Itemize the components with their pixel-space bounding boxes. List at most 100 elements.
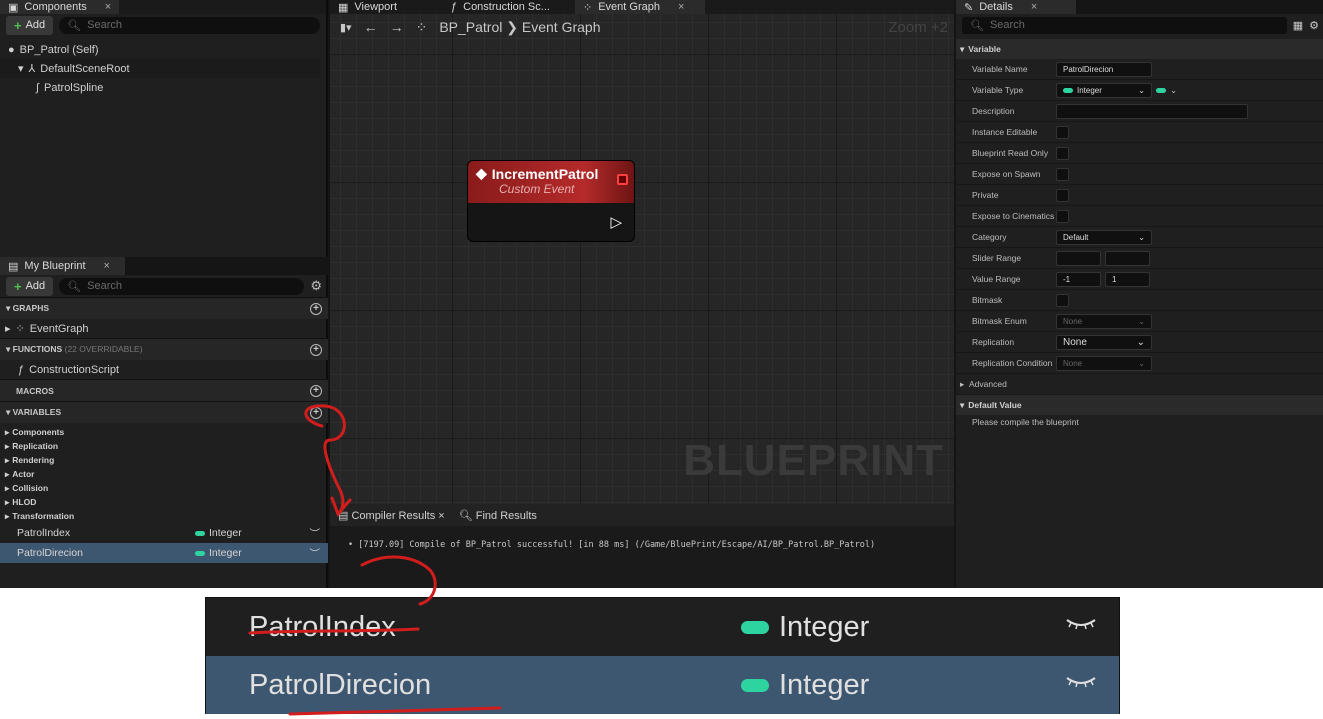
eye-closed-icon[interactable]: ︶ — [310, 526, 321, 541]
tab-my-blueprint[interactable]: ▤ My Blueprint × — [0, 257, 125, 275]
add-component-button[interactable]: + Add — [6, 15, 54, 35]
row-variable-name: Variable Name PatrolDirecion — [956, 59, 1323, 80]
forward-arrow-icon[interactable]: → — [390, 19, 404, 35]
viewport-icon: ▦ — [338, 1, 349, 14]
close-icon[interactable]: × — [104, 260, 110, 272]
eye-closed-icon[interactable] — [1065, 674, 1097, 690]
eye-closed-icon[interactable] — [1065, 616, 1097, 632]
tab-event-graph[interactable]: ⁘ Event Graph × — [575, 0, 705, 14]
integer-pin-icon — [741, 620, 769, 634]
function-icon: ƒ — [18, 363, 25, 376]
instance-editable-checkbox[interactable] — [1056, 125, 1069, 139]
expose-spawn-checkbox[interactable] — [1056, 167, 1069, 181]
tab-find-results[interactable]: 🔍︎ Find Results — [459, 509, 537, 522]
tab-components[interactable]: ▣ Components × — [0, 0, 120, 14]
integer-pin-icon — [195, 550, 205, 556]
exec-pin-icon[interactable]: ▷ — [610, 213, 622, 231]
gear-icon[interactable]: ⚙ — [1309, 19, 1319, 32]
variable-type-dropdown[interactable]: Integer ⌄ — [1056, 82, 1152, 98]
zoom-variable-row[interactable]: PatrolIndex Integer — [206, 598, 1119, 656]
add-function-icon[interactable]: + — [310, 343, 322, 356]
eye-closed-icon[interactable]: ︶ — [310, 546, 321, 561]
row-private: Private — [956, 185, 1323, 206]
variable-row-selected[interactable]: PatrolDirecion Integer ︶ — [0, 543, 328, 563]
event-graph-canvas[interactable]: ▮▾ ← → ⁘ BP_Patrol ❯ Event Graph Zoom +2… — [330, 14, 954, 504]
category-transformation[interactable]: ▸ Transformation — [0, 509, 328, 523]
section-graphs[interactable]: ▾ GRAPHS + — [0, 297, 328, 319]
container-type-dropdown[interactable]: ⌄ — [1156, 85, 1177, 96]
section-advanced[interactable]: ▸ Advanced — [956, 374, 1323, 395]
tree-item-spline[interactable]: ∫ PatrolSpline — [0, 78, 326, 97]
chevron-down-icon: ⌄ — [1138, 232, 1145, 242]
add-graph-icon[interactable]: + — [310, 302, 322, 315]
close-icon[interactable]: × — [438, 510, 444, 522]
replication-condition-dropdown[interactable]: None ⌄ — [1056, 355, 1152, 371]
category-replication[interactable]: ▸ Replication — [0, 439, 328, 453]
description-input[interactable] — [1056, 103, 1248, 119]
section-functions[interactable]: ▾ FUNCTIONS (22 OVERRIDABLE) + — [0, 338, 328, 360]
function-icon: ƒ — [451, 1, 458, 13]
book-icon: ▤ — [8, 260, 19, 273]
category-collision[interactable]: ▸ Collision — [0, 481, 328, 495]
variable-name-input[interactable]: PatrolDirecion — [1056, 61, 1152, 77]
read-only-checkbox[interactable] — [1056, 146, 1069, 160]
section-macros[interactable]: MACROS + — [0, 379, 328, 401]
value-max-input[interactable]: 1 — [1105, 271, 1150, 287]
close-icon[interactable]: × — [1031, 1, 1037, 13]
table-view-icon[interactable]: ▦ — [1293, 19, 1303, 32]
compile-message[interactable]: • [7197.09] Compile of BP_Patrol success… — [330, 526, 954, 550]
value-min-input[interactable]: -1 — [1056, 271, 1101, 287]
slider-max-input[interactable] — [1105, 250, 1150, 266]
tree-item-self[interactable]: ● BP_Patrol (Self) — [0, 40, 326, 59]
tab-compiler-results[interactable]: ▤ Compiler Results × — [338, 509, 445, 522]
bitmask-enum-dropdown[interactable]: None ⌄ — [1056, 313, 1152, 329]
category-actor[interactable]: ▸ Actor — [0, 467, 328, 481]
components-search-input[interactable]: 🔍︎ Search — [59, 16, 320, 34]
variable-categories: ▸ Components ▸ Replication ▸ Rendering ▸… — [0, 423, 328, 523]
row-replication-condition: Replication Condition None ⌄ — [956, 353, 1323, 374]
expose-cinematics-checkbox[interactable] — [1056, 209, 1069, 223]
tree-item-root[interactable]: ▾ ⅄ DefaultSceneRoot — [0, 59, 320, 78]
add-variable-icon[interactable]: + — [310, 406, 322, 419]
section-default-value[interactable]: ▾ Default Value — [956, 395, 1323, 415]
variable-row[interactable]: PatrolIndex Integer ︶ — [0, 523, 328, 543]
section-variable[interactable]: ▾ Variable — [956, 39, 1323, 59]
close-icon[interactable]: × — [105, 1, 111, 13]
item-construction-script[interactable]: ƒ ConstructionScript — [0, 360, 328, 379]
search-icon: 🔍︎ — [970, 19, 984, 32]
add-member-button[interactable]: + Add — [6, 276, 54, 296]
tab-construction[interactable]: ƒ Construction Sc... — [445, 0, 575, 14]
integer-pin-icon — [195, 530, 205, 536]
delegate-pin[interactable] — [617, 174, 628, 185]
tab-viewport[interactable]: ▦ Viewport — [330, 0, 445, 14]
gear-icon[interactable]: ⚙ — [310, 278, 322, 294]
node-header: ◆ IncrementPatrol Custom Event — [468, 161, 634, 203]
close-icon[interactable]: × — [678, 1, 684, 13]
tab-details[interactable]: ✎ Details × — [956, 0, 1076, 14]
row-bitmask: Bitmask — [956, 290, 1323, 311]
category-dropdown[interactable]: Default ⌄ — [1056, 229, 1152, 245]
item-event-graph[interactable]: ▸ ⁘ EventGraph — [0, 319, 328, 338]
replication-dropdown[interactable]: None ⌄ — [1056, 334, 1152, 350]
private-checkbox[interactable] — [1056, 188, 1069, 202]
plus-icon: + — [14, 278, 22, 294]
section-variables[interactable]: ▾ VARIABLES + — [0, 401, 328, 423]
blueprint-search-input[interactable]: 🔍︎ Search — [59, 277, 305, 295]
category-hlod[interactable]: ▸ HLOD — [0, 495, 328, 509]
details-search-input[interactable]: 🔍︎ Search — [962, 16, 1287, 34]
breadcrumb: BP_Patrol ❯ Event Graph — [439, 18, 601, 35]
category-rendering[interactable]: ▸ Rendering — [0, 453, 328, 467]
add-macro-icon[interactable]: + — [310, 384, 322, 397]
slider-min-input[interactable] — [1056, 250, 1101, 266]
bitmask-checkbox[interactable] — [1056, 293, 1069, 307]
chevron-right-icon: ▸ — [5, 323, 11, 335]
custom-event-node[interactable]: ◆ IncrementPatrol Custom Event ▷ — [467, 160, 635, 242]
chevron-right-icon: ❯ — [506, 18, 518, 35]
zoom-variable-row-selected[interactable]: PatrolDirecion Integer — [206, 656, 1119, 714]
details-panel: ✎ Details × 🔍︎ Search ▦ ⚙ ▾ Variable Variabl… — [956, 0, 1323, 588]
back-arrow-icon[interactable]: ← — [364, 19, 378, 35]
category-components[interactable]: ▸ Components — [0, 425, 328, 439]
details-tabbar: ✎ Details × — [956, 0, 1323, 14]
compile-notice: Please compile the blueprint — [972, 417, 1079, 427]
bookmark-icon[interactable]: ▮▾ — [340, 21, 352, 34]
